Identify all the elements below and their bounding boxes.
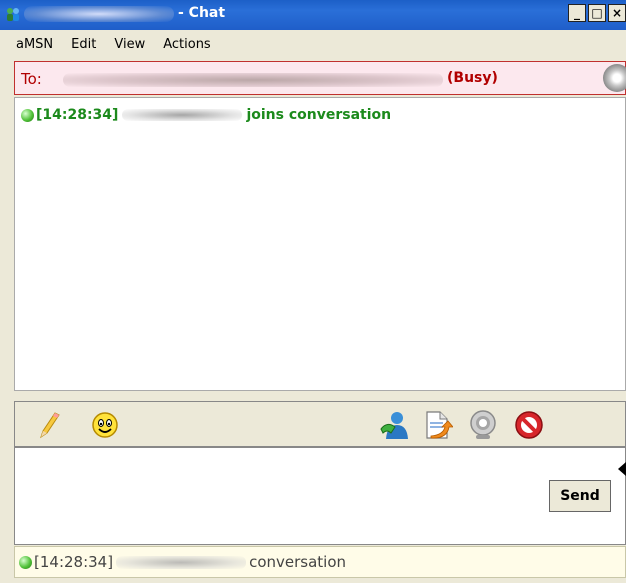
status-bar: [14:28:34] conversation	[14, 546, 626, 578]
webcam-corner-icon[interactable]	[603, 64, 626, 92]
menu-bar: aMSN Edit View Actions	[0, 30, 626, 58]
left-margin	[0, 58, 14, 583]
pane-splitter[interactable]	[14, 391, 626, 401]
recipient-bar: To: (Busy)	[14, 61, 626, 95]
online-status-icon	[21, 108, 34, 122]
menu-view[interactable]: View	[105, 37, 154, 52]
redacted-contact-name	[24, 6, 174, 22]
minimize-button[interactable]: _	[568, 4, 586, 22]
title-bar: - Chat _ □ ×	[0, 0, 626, 30]
redacted-contact-name	[122, 109, 243, 121]
block-icon[interactable]	[513, 409, 545, 441]
status-message: conversation	[249, 553, 347, 571]
contact-status: (Busy)	[447, 70, 498, 86]
pencil-icon[interactable]	[33, 409, 65, 441]
log-message: joins conversation	[246, 107, 392, 123]
redacted-recipient-email	[63, 73, 443, 87]
menu-edit[interactable]: Edit	[62, 37, 105, 52]
chat-log[interactable]: [14:28:34] joins conversation	[14, 97, 626, 391]
close-button[interactable]: ×	[608, 4, 626, 22]
smiley-icon[interactable]	[89, 409, 121, 441]
menu-actions[interactable]: Actions	[154, 37, 220, 52]
status-timestamp: [14:28:34]	[34, 553, 114, 571]
log-entry: [14:28:34] joins conversation	[21, 107, 391, 123]
collapse-arrow-icon[interactable]	[618, 462, 626, 476]
message-toolbar	[14, 401, 626, 447]
menu-amsn[interactable]: aMSN	[0, 37, 62, 52]
to-label: To:	[21, 70, 42, 88]
log-timestamp: [14:28:34]	[36, 107, 119, 123]
amsn-buddy-icon	[7, 8, 19, 21]
online-status-icon	[19, 555, 32, 569]
maximize-button[interactable]: □	[588, 4, 606, 22]
window-title: - Chat	[178, 5, 226, 21]
window-controls: _ □ ×	[568, 4, 626, 22]
message-input-area[interactable]: Send	[14, 447, 626, 545]
send-file-icon[interactable]	[421, 409, 453, 441]
webcam-icon[interactable]	[467, 409, 499, 441]
send-button[interactable]: Send	[549, 480, 611, 512]
redacted-contact-name	[116, 555, 247, 569]
contact-invite-icon[interactable]	[377, 409, 409, 441]
